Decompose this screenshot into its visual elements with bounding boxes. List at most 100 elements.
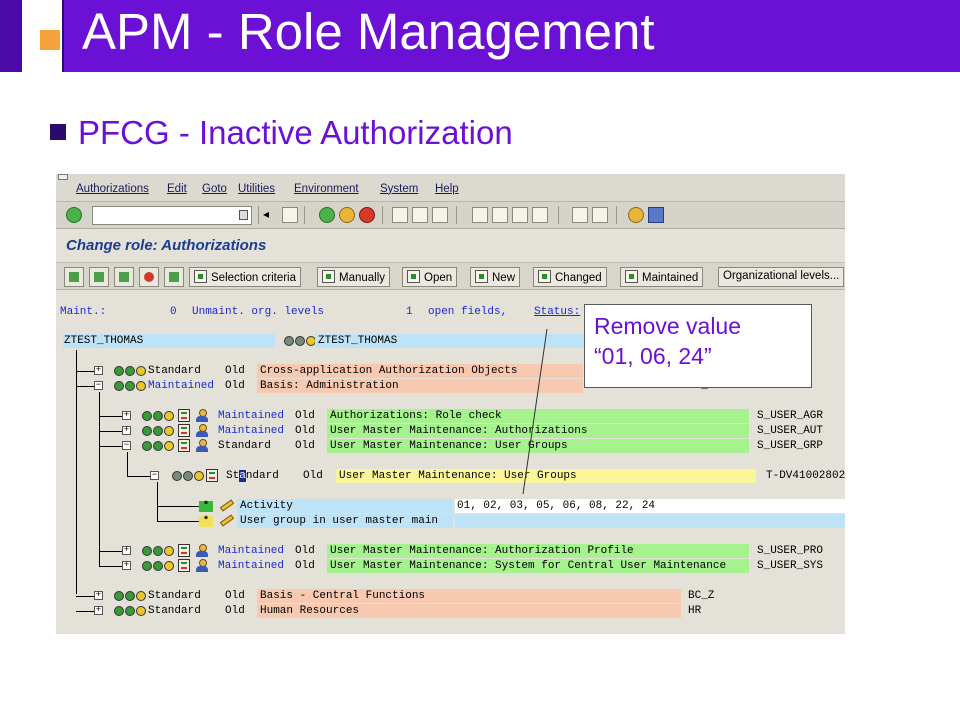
layout-menu-icon[interactable]: [648, 207, 664, 223]
field-marker: *: [199, 516, 213, 527]
back-icon[interactable]: [319, 207, 335, 223]
exit-icon[interactable]: [339, 207, 355, 223]
traffic-light-icon: [142, 411, 174, 421]
save-icon[interactable]: [282, 207, 298, 223]
row-text: Cross-application Authorization Objects: [260, 365, 518, 377]
expand-icon[interactable]: +: [94, 606, 103, 615]
row-text: Authorizations: Role check: [330, 410, 502, 422]
row-text: User Master Maintenance: User Groups: [339, 470, 577, 482]
menu-environment[interactable]: Environment: [294, 183, 359, 195]
shortcut-icon[interactable]: [592, 207, 608, 223]
find-icon[interactable]: [412, 207, 428, 223]
expand-icon[interactable]: +: [122, 426, 131, 435]
screen-title: Change role: Authorizations: [66, 237, 267, 254]
expand-icon[interactable]: +: [122, 561, 131, 570]
open-icon: [407, 270, 420, 283]
row-status: Maintained: [218, 545, 285, 557]
print-icon[interactable]: [392, 207, 408, 223]
row-text: User Master Maintenance: System for Cent…: [330, 560, 727, 572]
callout-box: Remove value “01, 06, 24”: [584, 304, 812, 388]
manually-icon: [322, 270, 335, 283]
sap-window: Authorizations Edit Goto Utilities Envir…: [56, 174, 845, 634]
open-button[interactable]: Open: [402, 267, 458, 287]
new-icon: [475, 270, 488, 283]
expand-icon[interactable]: +: [94, 591, 103, 600]
find-next-icon[interactable]: [432, 207, 448, 223]
menu-utilities[interactable]: Utilities: [238, 183, 275, 195]
unmaint-label: Unmaint. org. levels: [192, 306, 325, 318]
row-code: BC_Z: [688, 590, 715, 602]
manually-button[interactable]: Manually: [317, 267, 391, 287]
menu-system[interactable]: System: [380, 183, 418, 195]
collapse-icon[interactable]: −: [122, 441, 131, 450]
generate-icon[interactable]: [89, 267, 109, 287]
traffic-light-icon: [284, 336, 316, 346]
pencil-icon[interactable]: [219, 514, 235, 527]
maintained-button[interactable]: Maintained: [620, 267, 704, 287]
changed-button[interactable]: Changed: [533, 267, 607, 287]
role-description: ZTEST_THOMAS: [318, 335, 398, 347]
row-text: Basis - Central Functions: [260, 590, 426, 602]
row-code: S_USER_SYS: [757, 560, 824, 572]
row-old: Old: [303, 470, 323, 482]
organizational-levels-button[interactable]: Organizational levels...: [718, 267, 845, 287]
command-field[interactable]: [92, 206, 252, 225]
user-icon: [196, 544, 208, 557]
delete-icon[interactable]: [164, 267, 184, 287]
expand-icon[interactable]: [114, 267, 134, 287]
row-text: User Master Maintenance: User Groups: [330, 440, 568, 452]
callout-line-2: “01, 06, 24”: [594, 343, 712, 369]
traffic-light-icon: [114, 591, 146, 601]
command-history-icon[interactable]: [239, 210, 248, 220]
pencil-icon[interactable]: [219, 499, 235, 512]
expand-icon[interactable]: +: [122, 411, 131, 420]
maint-value: 0: [170, 306, 177, 318]
row-status: Standard: [148, 590, 201, 602]
enter-check-icon[interactable]: [66, 207, 82, 223]
menu-help[interactable]: Help: [435, 183, 459, 195]
row-status: Standard: [148, 365, 201, 377]
check-icon[interactable]: [64, 267, 84, 287]
row-status: Maintained: [218, 560, 285, 572]
help-icon[interactable]: [628, 207, 644, 223]
collapse-icon[interactable]: −: [150, 471, 159, 480]
row-status: Maintained: [218, 410, 285, 422]
cancel-icon[interactable]: [359, 207, 375, 223]
new-button[interactable]: New: [470, 267, 521, 287]
bullet-square-icon: [50, 124, 66, 140]
next-page-icon[interactable]: [512, 207, 528, 223]
user-icon: [196, 424, 208, 437]
expand-icon[interactable]: +: [122, 546, 131, 555]
user-icon: [196, 439, 208, 452]
row-old: Old: [295, 560, 315, 572]
menu-edit[interactable]: Edit: [167, 183, 187, 195]
row-old: Old: [225, 365, 245, 377]
authorization-object-icon: [178, 559, 190, 572]
menu-goto[interactable]: Goto: [202, 183, 227, 195]
maintained-icon: [625, 270, 638, 283]
previous-page-icon[interactable]: [492, 207, 508, 223]
trace-icon[interactable]: [139, 267, 159, 287]
slide-subtitle: PFCG - Inactive Authorization: [78, 114, 513, 151]
field-activity-value[interactable]: 01, 02, 03, 05, 06, 08, 22, 24: [457, 499, 655, 513]
row-text: Human Resources: [260, 605, 360, 617]
window-menu-icon[interactable]: [58, 174, 68, 180]
role-name: ZTEST_THOMAS: [64, 335, 144, 347]
expand-icon[interactable]: +: [94, 366, 103, 375]
toolbar-left-arrow-icon[interactable]: ◂: [263, 207, 273, 223]
traffic-light-icon: [114, 366, 146, 376]
menu-authorizations[interactable]: Authorizations: [76, 183, 149, 195]
row-old: Old: [295, 425, 315, 437]
selection-criteria-button[interactable]: Selection criteria: [189, 267, 302, 287]
row-old: Old: [225, 380, 245, 392]
application-toolbar: Selection criteria Manually Open New Cha…: [56, 262, 845, 290]
maint-label: Maint.:: [60, 306, 107, 318]
status-label[interactable]: Status:: [534, 305, 580, 319]
last-page-icon[interactable]: [532, 207, 548, 223]
menu-bar: Authorizations Edit Goto Utilities Envir…: [56, 174, 845, 202]
first-page-icon[interactable]: [472, 207, 488, 223]
standard-toolbar: ◂: [56, 202, 845, 229]
row-status: Standard: [148, 605, 201, 617]
collapse-icon[interactable]: −: [94, 381, 103, 390]
create-session-icon[interactable]: [572, 207, 588, 223]
